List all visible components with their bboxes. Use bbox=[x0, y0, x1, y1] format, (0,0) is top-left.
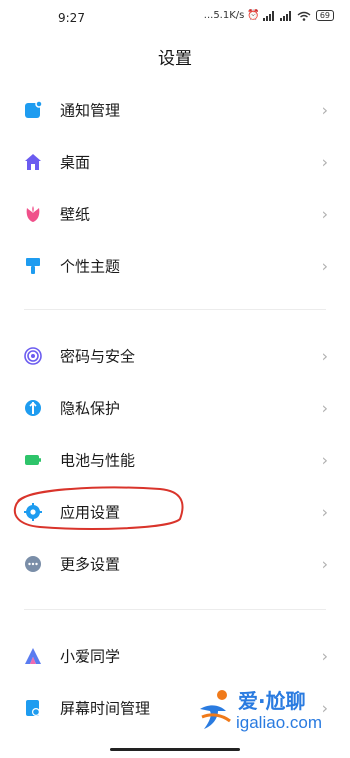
settings-item-app-settings[interactable]: 应用设置 › bbox=[0, 486, 350, 538]
fingerprint-icon bbox=[24, 347, 42, 365]
settings-item-label: 小爱同学 bbox=[60, 647, 121, 666]
settings-item-label: 电池与性能 bbox=[60, 451, 136, 470]
status-time: 9:27 bbox=[58, 11, 85, 25]
chevron-right-icon: › bbox=[321, 204, 328, 224]
chevron-right-icon: › bbox=[321, 256, 328, 276]
home-icon bbox=[24, 153, 42, 171]
watermark-title: 爱·尬聊 bbox=[238, 689, 306, 713]
alarm-icon: ⏰ bbox=[247, 10, 260, 21]
home-indicator[interactable] bbox=[110, 748, 240, 751]
settings-item-password-security[interactable]: 密码与安全 › bbox=[0, 330, 350, 382]
status-bar: 9:27 ...5.1K/s ⏰ 69 bbox=[0, 0, 350, 36]
chevron-right-icon: › bbox=[321, 398, 328, 418]
settings-item-label: 壁纸 bbox=[60, 205, 91, 224]
status-indicators: ...5.1K/s ⏰ 69 bbox=[204, 10, 334, 21]
settings-item-label: 屏幕时间管理 bbox=[60, 699, 151, 718]
battery-indicator: 69 bbox=[315, 10, 334, 21]
settings-item-desktop[interactable]: 桌面 › bbox=[0, 136, 350, 188]
shield-icon bbox=[24, 399, 42, 417]
section-divider bbox=[24, 309, 326, 310]
settings-item-notifications[interactable]: 通知管理 › bbox=[0, 84, 350, 136]
page-title: 设置 bbox=[158, 49, 192, 69]
section-divider bbox=[24, 609, 326, 610]
signal-icon-2 bbox=[279, 10, 291, 21]
settings-item-label: 密码与安全 bbox=[60, 347, 136, 366]
settings-item-more-settings[interactable]: 更多设置 › bbox=[0, 538, 350, 590]
settings-item-label: 桌面 bbox=[60, 153, 91, 172]
chevron-right-icon: › bbox=[321, 502, 328, 522]
network-speed: ...5.1K/s bbox=[203, 10, 245, 21]
chevron-right-icon: › bbox=[321, 100, 328, 120]
settings-item-xiaoai[interactable]: 小爱同学 › bbox=[0, 630, 350, 682]
settings-item-label: 隐私保护 bbox=[60, 399, 121, 418]
settings-item-label: 应用设置 bbox=[60, 503, 121, 522]
watermark-logo-icon bbox=[200, 690, 231, 729]
chevron-right-icon: › bbox=[321, 152, 328, 172]
xiaoai-icon bbox=[24, 647, 42, 665]
gear-icon bbox=[24, 503, 42, 521]
settings-item-label: 更多设置 bbox=[60, 555, 121, 574]
chevron-right-icon: › bbox=[321, 346, 328, 366]
wifi-icon bbox=[297, 11, 311, 21]
settings-item-privacy[interactable]: 隐私保护 › bbox=[0, 382, 350, 434]
settings-item-label: 个性主题 bbox=[60, 257, 121, 276]
notification-icon bbox=[24, 101, 42, 119]
screen-time-icon bbox=[24, 699, 42, 717]
chevron-right-icon: › bbox=[321, 646, 328, 666]
settings-item-battery-performance[interactable]: 电池与性能 › bbox=[0, 434, 350, 486]
tulip-icon bbox=[24, 205, 42, 223]
signal-icon bbox=[262, 10, 274, 21]
watermark: 爱·尬聊 igaliao.com bbox=[196, 683, 336, 737]
chevron-right-icon: › bbox=[321, 554, 328, 574]
battery-icon bbox=[24, 451, 42, 469]
settings-item-themes[interactable]: 个性主题 › bbox=[0, 240, 350, 292]
settings-item-wallpaper[interactable]: 壁纸 › bbox=[0, 188, 350, 240]
more-icon bbox=[24, 555, 42, 573]
settings-item-label: 通知管理 bbox=[60, 101, 121, 120]
chevron-right-icon: › bbox=[321, 450, 328, 470]
brush-icon bbox=[24, 257, 42, 275]
watermark-url: igaliao.com bbox=[236, 713, 322, 732]
